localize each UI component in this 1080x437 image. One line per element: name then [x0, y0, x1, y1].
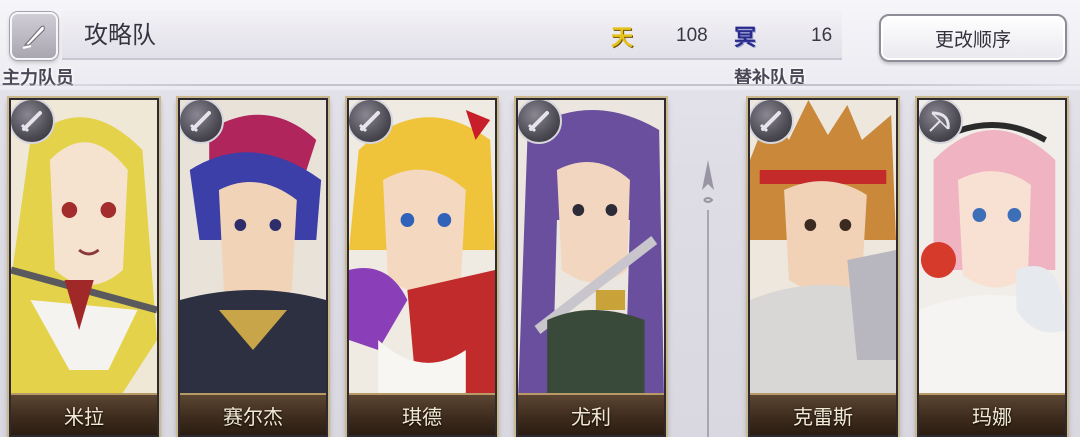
quill-icon	[22, 25, 45, 49]
sword-icon	[189, 111, 211, 133]
sword-icon	[527, 111, 549, 133]
sword-icon	[358, 111, 380, 133]
team-name: 攻略队	[84, 21, 156, 49]
character-portrait	[11, 100, 157, 400]
weapon-badge	[919, 100, 963, 144]
member-name: 赛尔杰	[180, 393, 326, 435]
weapon-badge	[518, 100, 562, 144]
member-name: 琪德	[349, 393, 495, 435]
member-name: 克雷斯	[750, 393, 896, 435]
sub-members-label: 替补队员	[734, 68, 806, 89]
weapon-badge	[180, 100, 224, 144]
main-members-label: 主力队员	[2, 68, 74, 89]
sky-icon: 天	[610, 25, 633, 51]
bow-icon	[929, 111, 950, 132]
earth-currency: 冥 16	[731, 16, 832, 56]
member-card[interactable]: 尤利	[516, 98, 666, 437]
character-portrait	[750, 100, 896, 400]
member-card[interactable]: 米拉	[9, 98, 159, 437]
weapon-badge	[349, 100, 393, 144]
member-name: 玛娜	[919, 393, 1065, 435]
header-divider	[0, 84, 1080, 86]
character-portrait	[518, 100, 664, 400]
edit-team-name-button[interactable]	[10, 12, 58, 60]
member-name: 米拉	[11, 393, 157, 435]
earth-value: 16	[811, 25, 833, 46]
team-separator	[702, 160, 714, 437]
sword-icon	[759, 111, 781, 133]
character-portrait	[180, 100, 326, 400]
member-card[interactable]: 琪德	[347, 98, 497, 437]
character-portrait	[919, 100, 1065, 400]
member-card[interactable]: 赛尔杰	[178, 98, 328, 437]
member-card[interactable]: 克雷斯	[748, 98, 898, 437]
character-portrait	[349, 100, 495, 400]
earth-icon: 冥	[733, 25, 756, 51]
reorder-button[interactable]: 更改顺序	[879, 14, 1067, 62]
weapon-badge	[11, 100, 55, 144]
sky-currency: 天 108	[608, 16, 708, 56]
member-card[interactable]: 玛娜	[917, 98, 1067, 437]
sword-icon	[20, 111, 42, 133]
weapon-badge	[750, 100, 794, 144]
sky-value: 108	[676, 25, 708, 46]
team-header-strip	[62, 10, 842, 60]
member-name: 尤利	[518, 393, 664, 435]
